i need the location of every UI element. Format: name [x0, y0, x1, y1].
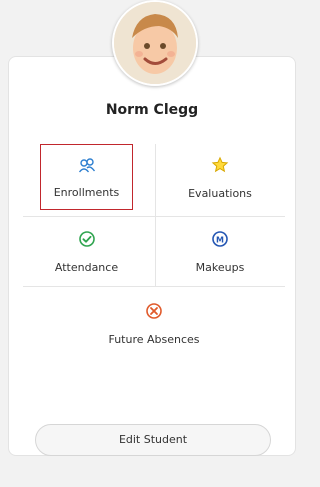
- star-icon: [211, 156, 229, 178]
- future-absences-button[interactable]: Future Absences: [96, 290, 212, 356]
- users-icon: [78, 157, 96, 179]
- makeup-icon: M: [211, 230, 229, 252]
- student-name: Norm Clegg: [105, 102, 199, 118]
- svg-text:M: M: [216, 235, 224, 244]
- grid-divider-horizontal-2: [23, 286, 285, 287]
- x-circle-icon: [145, 302, 163, 324]
- future-absences-label: Future Absences: [108, 333, 200, 346]
- evaluations-button[interactable]: Evaluations: [170, 144, 270, 210]
- edit-student-button[interactable]: Edit Student: [35, 424, 271, 456]
- makeups-button[interactable]: M Makeups: [170, 218, 270, 284]
- grid-divider-vertical: [155, 144, 156, 286]
- attendance-label: Attendance: [54, 261, 119, 274]
- makeups-label: Makeups: [195, 261, 245, 274]
- student-avatar: [112, 0, 198, 86]
- enrollments-button[interactable]: Enrollments: [40, 144, 133, 210]
- attendance-button[interactable]: Attendance: [40, 218, 133, 284]
- grid-divider-horizontal-1: [23, 216, 285, 217]
- check-circle-icon: [78, 230, 96, 252]
- enrollments-label: Enrollments: [53, 186, 120, 199]
- evaluations-label: Evaluations: [188, 187, 252, 200]
